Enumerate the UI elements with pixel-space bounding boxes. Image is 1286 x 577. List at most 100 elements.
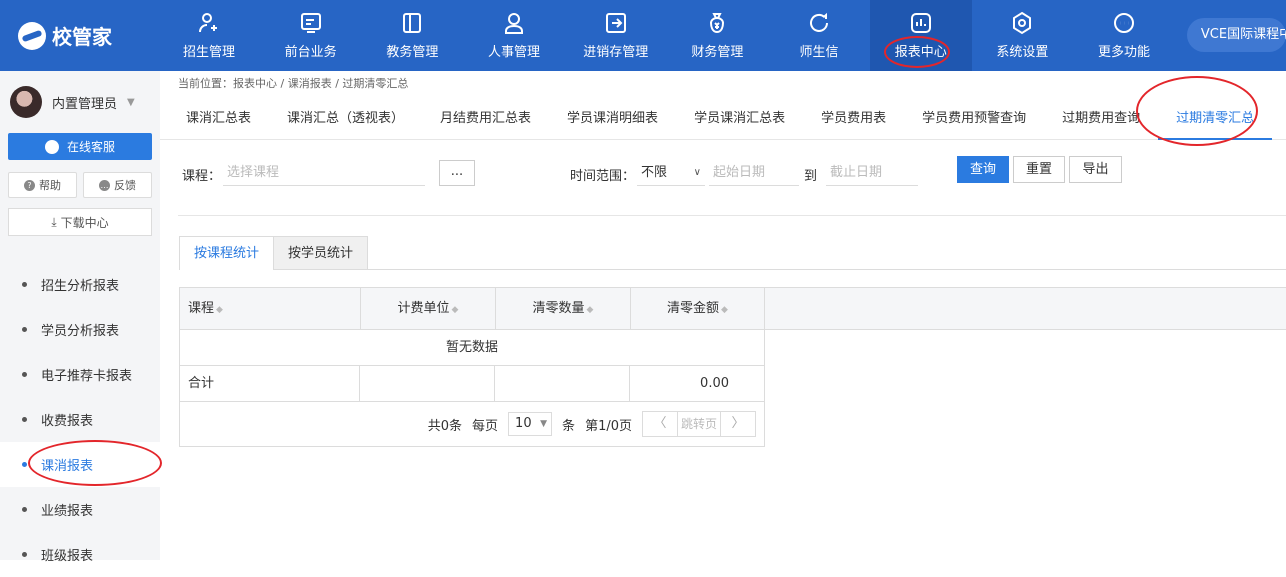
column-header-clear-count[interactable]: 清零数量 ◆ bbox=[495, 288, 630, 330]
sidebar-item-class[interactable]: 班级报表 bbox=[0, 532, 160, 577]
nav-reports[interactable]: 报表中心 bbox=[869, 0, 972, 71]
page-jump-group: 〈 跳转页 〉 bbox=[642, 411, 756, 437]
tab-by-student[interactable]: 按学员统计 bbox=[273, 236, 369, 269]
tab-student-consumption-detail[interactable]: 学员课消明细表 bbox=[549, 97, 676, 140]
feedback-button[interactable]: … 反馈 bbox=[83, 172, 152, 198]
sort-icon: ◆ bbox=[721, 305, 728, 315]
nav-frontdesk[interactable]: 前台业务 bbox=[260, 0, 362, 71]
logo[interactable]: 校管家 bbox=[0, 0, 158, 71]
empty-message: 暂无数据 bbox=[180, 330, 764, 366]
download-center-button[interactable]: ⤓ 下载中心 bbox=[8, 208, 152, 236]
sidebar-item-fees[interactable]: 收费报表 bbox=[0, 397, 160, 442]
feedback-label: 反馈 bbox=[114, 179, 136, 192]
nav-finance[interactable]: 财务管理 bbox=[667, 0, 769, 71]
bullet-icon bbox=[22, 462, 27, 467]
online-service-label: 在线客服 bbox=[66, 140, 115, 154]
nav-messages[interactable]: 师生信 bbox=[768, 0, 870, 71]
sort-icon: ◆ bbox=[586, 305, 594, 315]
column-header-clear-amount[interactable]: 清零金额 ◆ bbox=[630, 288, 765, 330]
report-icon bbox=[910, 13, 931, 33]
tab-monthly-fee-summary[interactable]: 月结费用汇总表 bbox=[422, 97, 549, 140]
nav-label: 系统设置 bbox=[996, 45, 1049, 60]
total-row: 合计 0.00 bbox=[180, 366, 764, 402]
per-page-unit: 条 bbox=[562, 418, 576, 434]
nav-hr[interactable]: 人事管理 bbox=[463, 0, 565, 71]
sort-icon: ◆ bbox=[216, 305, 223, 315]
nav-label: 师生信 bbox=[799, 45, 839, 60]
report-tabs: 课消汇总表 课消汇总（透视表） 月结费用汇总表 学员课消明细表 学员课消汇总表 … bbox=[160, 97, 1286, 140]
column-header-unit[interactable]: 计费单位 ◆ bbox=[360, 288, 495, 330]
chevron-down-icon: ∨ bbox=[693, 167, 701, 178]
nav-inventory[interactable]: 进销存管理 bbox=[565, 0, 667, 71]
book-icon bbox=[403, 13, 422, 33]
course-input[interactable]: 选择课程 bbox=[223, 160, 425, 186]
nav-academic[interactable]: 教务管理 bbox=[362, 0, 464, 71]
course-label: 课程： bbox=[182, 169, 222, 184]
nav-more[interactable]: 更多功能 bbox=[1073, 0, 1175, 71]
jump-page-input[interactable]: 跳转页 bbox=[677, 412, 721, 436]
tab-student-fees[interactable]: 学员费用表 bbox=[803, 97, 904, 140]
chat-bubble-icon bbox=[44, 139, 59, 154]
sort-icon: ◆ bbox=[451, 305, 459, 315]
more-icon bbox=[1114, 13, 1135, 33]
sidebar-item-student-analysis[interactable]: 学员分析报表 bbox=[0, 307, 160, 352]
nav-settings[interactable]: 系统设置 bbox=[972, 0, 1074, 71]
nav-label: 招生管理 bbox=[183, 45, 236, 60]
tab-by-course[interactable]: 按课程统计 bbox=[179, 236, 275, 270]
sidebar-item-performance[interactable]: 业绩报表 bbox=[0, 487, 160, 532]
reset-button[interactable]: 重置 bbox=[1013, 156, 1065, 183]
start-date-input[interactable]: 起始日期 bbox=[709, 160, 799, 186]
tab-consumption-summary[interactable]: 课消汇总表 bbox=[168, 97, 269, 140]
online-service-button[interactable]: 在线客服 bbox=[8, 133, 152, 160]
sidebar-item-consumption[interactable]: 课消报表 bbox=[0, 442, 160, 487]
ellipsis-icon: … bbox=[99, 179, 110, 191]
total-amount: 0.00 bbox=[700, 376, 729, 391]
page-size-value: 10 bbox=[515, 416, 532, 431]
chat-icon bbox=[810, 12, 829, 32]
nav-enrollment[interactable]: 招生管理 bbox=[158, 0, 260, 71]
tab-student-consumption-summary[interactable]: 学员课消汇总表 bbox=[676, 97, 803, 140]
end-date-input[interactable]: 截止日期 bbox=[826, 160, 918, 186]
nav-label: 报表中心 bbox=[894, 45, 947, 60]
nav-label: 更多功能 bbox=[1098, 45, 1151, 60]
query-button[interactable]: 查询 bbox=[957, 156, 1009, 183]
bullet-icon bbox=[22, 372, 27, 377]
download-icon: ⤓ bbox=[51, 214, 57, 229]
data-table: 课程 ◆ 计费单位 ◆ 清零数量 ◆ 清零金额 ◆ 暂无数据 合计 0.00 共0条 每… bbox=[179, 287, 1286, 447]
tab-consumption-pivot[interactable]: 课消汇总（透视表） bbox=[269, 97, 422, 140]
bullet-icon bbox=[22, 507, 27, 512]
total-count-cell bbox=[495, 366, 630, 401]
time-range-select[interactable]: 不限 ∨ bbox=[637, 160, 705, 186]
prev-page-button[interactable]: 〈 bbox=[643, 412, 677, 436]
course-picker-button[interactable]: ... bbox=[439, 160, 475, 186]
download-label: 下载中心 bbox=[60, 215, 109, 230]
sidebar-item-label: 招生分析报表 bbox=[41, 279, 120, 294]
report-menu: 招生分析报表 学员分析报表 电子推荐卡报表 收费报表 课消报表 业绩报表 班级报… bbox=[0, 262, 160, 577]
sidebar-item-referral-card[interactable]: 电子推荐卡报表 bbox=[0, 352, 160, 397]
sidebar-item-label: 收费报表 bbox=[41, 414, 94, 429]
school-switcher[interactable]: VCE国际课程中心 bbox=[1186, 18, 1286, 52]
username: 内置管理员 bbox=[52, 96, 118, 112]
page-size-select[interactable]: 10 ▼ bbox=[508, 412, 553, 436]
next-page-button[interactable]: 〉 bbox=[721, 412, 755, 436]
chevron-down-icon: ▼ bbox=[127, 96, 135, 108]
column-label: 课程 bbox=[188, 301, 215, 316]
total-label: 合计 bbox=[180, 366, 360, 401]
user-menu[interactable]: 内置管理员 ▼ bbox=[0, 71, 160, 133]
column-header-course[interactable]: 课程 ◆ bbox=[179, 288, 360, 330]
tab-fee-warning[interactable]: 学员费用预警查询 bbox=[904, 97, 1044, 140]
sidebar-item-enrollment-analysis[interactable]: 招生分析报表 bbox=[0, 262, 160, 307]
tab-expired-clearance-summary[interactable]: 过期清零汇总 bbox=[1158, 97, 1273, 140]
breadcrumb: 当前位置：报表中心 / 课消报表 / 过期清零汇总 bbox=[178, 77, 409, 90]
main-content: 当前位置：报表中心 / 课消报表 / 过期清零汇总 课消汇总表 课消汇总（透视表… bbox=[160, 71, 1286, 560]
time-range-label: 时间范围： bbox=[570, 169, 636, 184]
inventory-icon bbox=[605, 13, 626, 33]
export-button[interactable]: 导出 bbox=[1069, 156, 1122, 183]
tab-expired-fees[interactable]: 过期费用查询 bbox=[1044, 97, 1158, 140]
avatar bbox=[10, 86, 42, 118]
help-button[interactable]: ? 帮助 bbox=[8, 172, 77, 198]
logo-text: 校管家 bbox=[52, 25, 112, 49]
person-icon bbox=[505, 13, 524, 34]
nav-label: 进销存管理 bbox=[583, 45, 649, 60]
chevron-down-icon: ▼ bbox=[540, 419, 548, 429]
